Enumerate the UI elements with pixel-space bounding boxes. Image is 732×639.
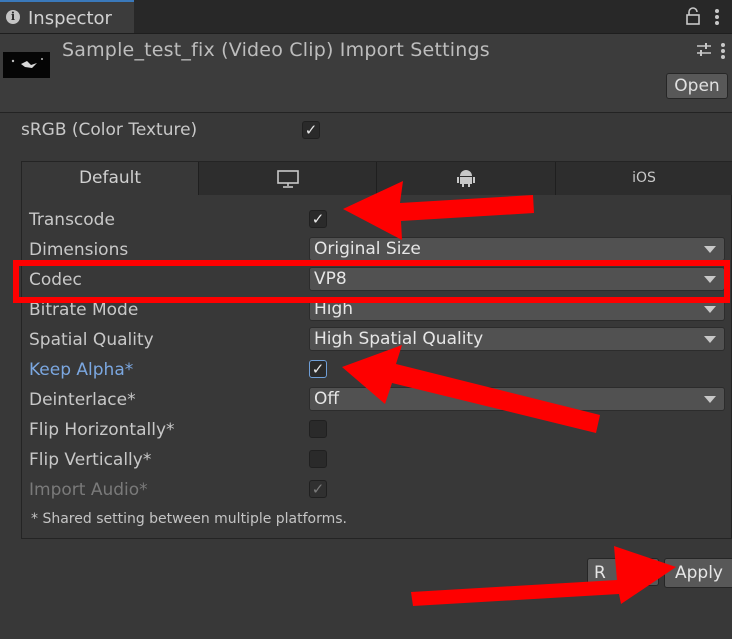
header-title: Sample_test_fix (Video Clip) Import Sett… — [62, 39, 490, 61]
bitrate-mode-dropdown[interactable]: High — [309, 297, 725, 321]
flip-horizontally-checkbox[interactable] — [309, 420, 327, 438]
chevron-down-icon — [704, 276, 716, 283]
apply-button[interactable]: Apply — [664, 558, 732, 588]
import-audio-label: Import Audio* — [29, 480, 148, 500]
flip-vertically-label: Flip Vertically* — [29, 450, 152, 470]
import-audio-checkbox: ✓ — [309, 480, 327, 498]
platform-tabs: Default iOS — [22, 162, 732, 195]
codec-dropdown[interactable]: VP8 — [309, 267, 725, 291]
android-icon — [457, 170, 475, 187]
dimensions-value: Original Size — [314, 239, 421, 259]
chevron-down-icon — [704, 396, 716, 403]
bitrate-mode-label: Bitrate Mode — [29, 300, 139, 320]
tab-standalone[interactable] — [199, 162, 377, 195]
flip-horizontally-label: Flip Horizontally* — [29, 420, 175, 440]
tab-title: Inspector — [28, 8, 112, 29]
kebab-menu-icon[interactable] — [720, 42, 726, 60]
dimensions-label: Dimensions — [29, 240, 129, 260]
tab-default-label: Default — [78, 168, 142, 188]
chevron-down-icon — [704, 246, 716, 253]
open-button[interactable]: Open — [666, 73, 728, 99]
srgb-checkbox[interactable]: ✓ — [302, 121, 320, 139]
dimensions-dropdown[interactable]: Original Size — [309, 237, 725, 261]
transcode-checkbox[interactable]: ✓ — [309, 210, 327, 228]
transcode-label: Transcode — [29, 210, 115, 230]
tab-android[interactable] — [377, 162, 556, 195]
keep-alpha-label: Keep Alpha* — [29, 360, 134, 380]
tab-ios[interactable]: iOS — [556, 162, 732, 195]
codec-value: VP8 — [314, 269, 347, 289]
spatial-quality-label: Spatial Quality — [29, 330, 154, 350]
chevron-down-icon — [704, 306, 716, 313]
flip-vertically-checkbox[interactable] — [309, 450, 327, 468]
srgb-label: sRGB (Color Texture) — [21, 120, 198, 140]
video-thumbnail — [3, 52, 50, 78]
shared-setting-footnote: * Shared setting between multiple platfo… — [31, 511, 348, 527]
deinterlace-dropdown[interactable]: Off — [309, 387, 725, 411]
inspector-header: Sample_test_fix (Video Clip) Import Sett… — [0, 34, 732, 113]
lock-icon[interactable] — [686, 7, 700, 25]
preset-settings-icon[interactable] — [696, 42, 712, 58]
inspector-tab[interactable]: i Inspector — [0, 0, 134, 33]
revert-button[interactable]: R — [587, 558, 659, 586]
spatial-quality-dropdown[interactable]: High Spatial Quality — [309, 327, 725, 351]
deinterlace-label: Deinterlace* — [29, 390, 136, 410]
info-icon: i — [6, 10, 20, 24]
codec-label: Codec — [29, 270, 82, 290]
tab-ios-label: iOS — [632, 170, 656, 186]
kebab-menu-icon[interactable] — [714, 8, 720, 26]
spatial-quality-value: High Spatial Quality — [314, 329, 484, 349]
tab-default[interactable]: Default — [22, 162, 199, 195]
keep-alpha-checkbox[interactable]: ✓ — [309, 360, 327, 378]
monitor-icon — [276, 170, 299, 188]
chevron-down-icon — [704, 336, 716, 343]
bitrate-mode-value: High — [314, 299, 354, 319]
deinterlace-value: Off — [314, 389, 340, 409]
